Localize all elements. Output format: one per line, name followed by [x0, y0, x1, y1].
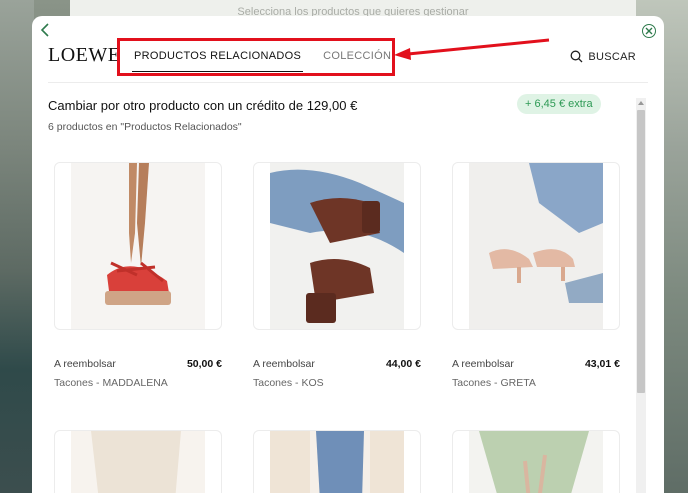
search-icon — [570, 50, 583, 63]
product-card[interactable] — [54, 430, 222, 493]
close-icon — [645, 27, 653, 35]
product-image[interactable] — [253, 430, 421, 493]
refund-status: A reembolsar — [253, 358, 315, 370]
chevron-left-icon — [40, 23, 49, 37]
refund-status: A reembolsar — [452, 358, 514, 370]
search-button[interactable]: BUSCAR — [570, 50, 636, 63]
product-price: 50,00 € — [186, 358, 222, 370]
product-price: 43,01 € — [584, 358, 620, 370]
main-content: Cambiar por otro producto con un crédito… — [48, 94, 620, 493]
product-meta: A reembolsar 50,00 € Tacones - MADDALENA — [54, 358, 222, 389]
annotation-highlight-box — [117, 38, 395, 76]
product-image[interactable] — [452, 430, 620, 493]
product-card[interactable]: A reembolsar 43,01 € Tacones - GRETA — [452, 162, 620, 389]
product-price: 44,00 € — [385, 358, 421, 370]
back-button[interactable] — [40, 22, 56, 40]
close-button[interactable] — [642, 24, 656, 38]
product-name: Tacones - MADDALENA — [54, 377, 168, 389]
product-card[interactable] — [253, 430, 421, 493]
background-image-left — [0, 0, 34, 493]
product-image-kos[interactable] — [253, 162, 421, 330]
brand-logo: LOEWE — [48, 44, 121, 66]
header-divider — [48, 82, 648, 83]
annotation-arrow — [394, 38, 550, 60]
product-card[interactable] — [452, 430, 620, 493]
product-meta: A reembolsar 43,01 € Tacones - GRETA — [452, 358, 620, 389]
search-label: BUSCAR — [588, 50, 636, 63]
product-image-maddalena[interactable] — [54, 162, 222, 330]
product-exchange-modal: LOEWE PRODUCTOS RELACIONADOS COLECCIÓN B… — [32, 16, 664, 493]
product-card[interactable]: A reembolsar 50,00 € Tacones - MADDALENA — [54, 162, 222, 389]
scrollbar[interactable] — [636, 98, 646, 493]
refund-status: A reembolsar — [54, 358, 116, 370]
scroll-up-arrow-icon[interactable] — [638, 101, 644, 105]
product-name: Tacones - KOS — [253, 377, 324, 389]
product-card[interactable]: A reembolsar 44,00 € Tacones - KOS — [253, 162, 421, 389]
extra-credit-badge: + 6,45 € extra — [517, 94, 601, 114]
product-image-greta[interactable] — [452, 162, 620, 330]
product-name: Tacones - GRETA — [452, 377, 536, 389]
product-count: 6 productos en "Productos Relacionados" — [48, 121, 242, 133]
product-image[interactable] — [54, 430, 222, 493]
scrollbar-thumb[interactable] — [637, 110, 645, 393]
product-meta: A reembolsar 44,00 € Tacones - KOS — [253, 358, 421, 389]
